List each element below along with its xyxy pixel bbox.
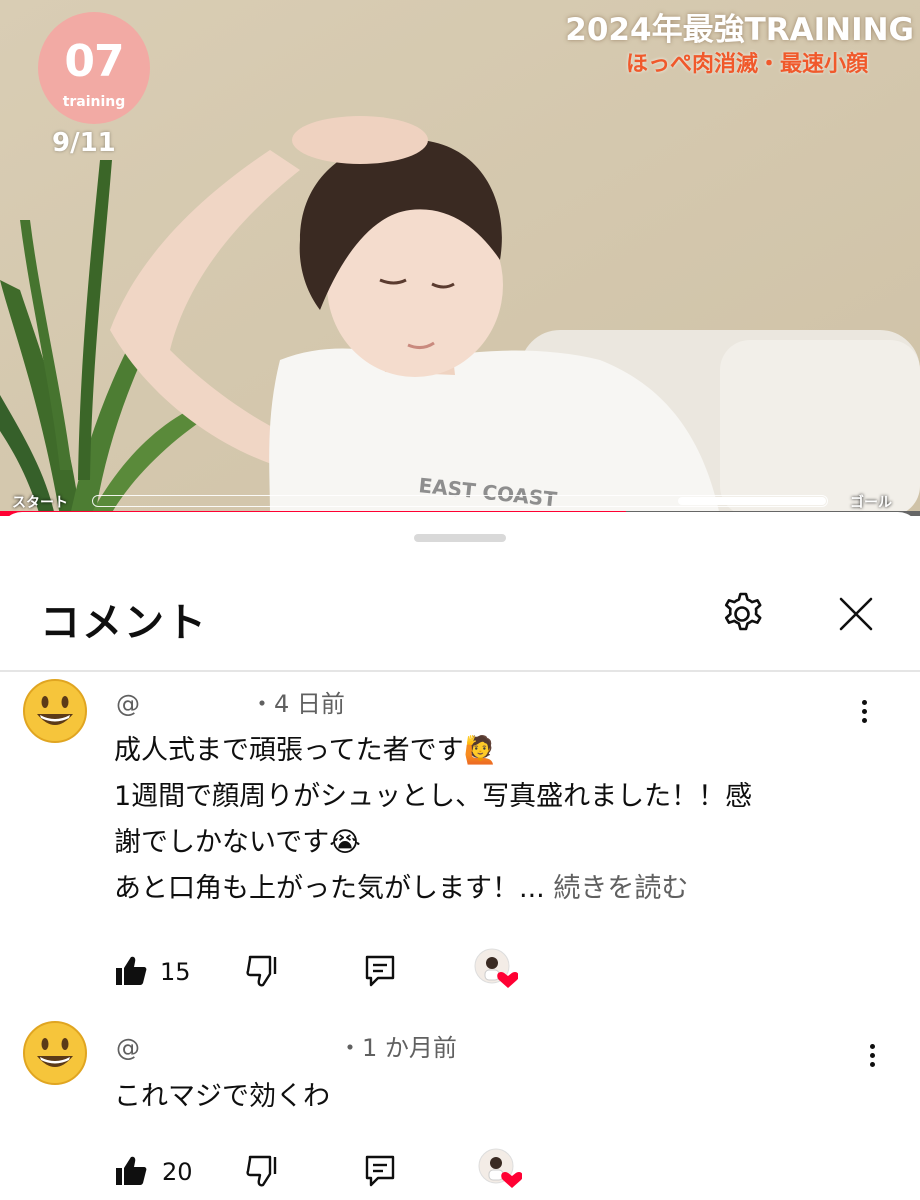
- comment-text-line: 1週間で顔周りがシュッとし、写真盛れました！！感: [114, 781, 753, 812]
- training-badge: 07 training: [38, 12, 150, 124]
- like-icon[interactable]: [114, 1154, 148, 1188]
- gear-icon[interactable]: [718, 590, 766, 638]
- header-divider: [0, 670, 920, 672]
- close-icon[interactable]: [834, 592, 878, 636]
- exercise-progress-fill: [678, 497, 826, 505]
- comment-text-line: 謝でしかないです😭: [114, 827, 361, 858]
- comment-author[interactable]: @: [116, 690, 250, 718]
- avatar[interactable]: [22, 678, 88, 744]
- comment-actions: 20: [114, 1148, 534, 1198]
- video-player[interactable]: EAST COAST 07 training 9/11 2024年最強TRAIN…: [0, 0, 920, 516]
- comments-sheet: コメント @ ・4 日前 成人式まで頑張ってた者です🙋 1週間で顔周りがシュッとし…: [0, 512, 920, 1200]
- creator-heart-icon: [474, 948, 518, 988]
- like-count: 15: [160, 958, 191, 986]
- avatar[interactable]: [22, 1020, 88, 1086]
- training-label: training: [62, 94, 126, 110]
- reply-icon[interactable]: [364, 1154, 396, 1188]
- comment-author[interactable]: @: [116, 1034, 338, 1062]
- read-more-link[interactable]: 続きを読む: [553, 873, 688, 904]
- training-number: 07: [64, 36, 124, 87]
- drag-handle[interactable]: [414, 534, 506, 542]
- creator-heart-icon: [478, 1148, 522, 1188]
- sheet-title: コメント: [40, 600, 208, 646]
- comment-time: ・4 日前: [250, 690, 345, 718]
- goal-label: ゴール: [850, 495, 892, 511]
- comment-text-line: あと口角も上がった気がします！... 続きを読む: [114, 866, 688, 905]
- start-label: スタート: [12, 495, 68, 511]
- comment-meta: @ ・4 日前: [116, 684, 345, 719]
- dislike-icon[interactable]: [246, 954, 280, 988]
- comment-text-line: 成人式まで頑張ってた者です🙋: [114, 735, 498, 766]
- video-title: 2024年最強TRAINING: [565, 12, 914, 48]
- exercise-progress-count: 9/11: [52, 128, 116, 158]
- like-icon[interactable]: [114, 954, 148, 988]
- reply-icon[interactable]: [364, 954, 396, 988]
- like-count: 20: [162, 1158, 193, 1186]
- comment-actions: 15: [114, 948, 534, 998]
- comment-meta: @ ・1 か月前: [116, 1028, 457, 1063]
- comment-time: ・1 か月前: [338, 1034, 457, 1062]
- video-subtitle: ほっぺ肉消滅・最速小顔: [625, 52, 868, 77]
- more-options-icon[interactable]: [862, 1040, 882, 1076]
- comment-text-line: これマジで効くわ: [114, 1081, 330, 1112]
- dislike-icon[interactable]: [246, 1154, 280, 1188]
- more-options-icon[interactable]: [854, 696, 874, 732]
- comment-text-last: あと口角も上がった気がします！...: [114, 873, 554, 904]
